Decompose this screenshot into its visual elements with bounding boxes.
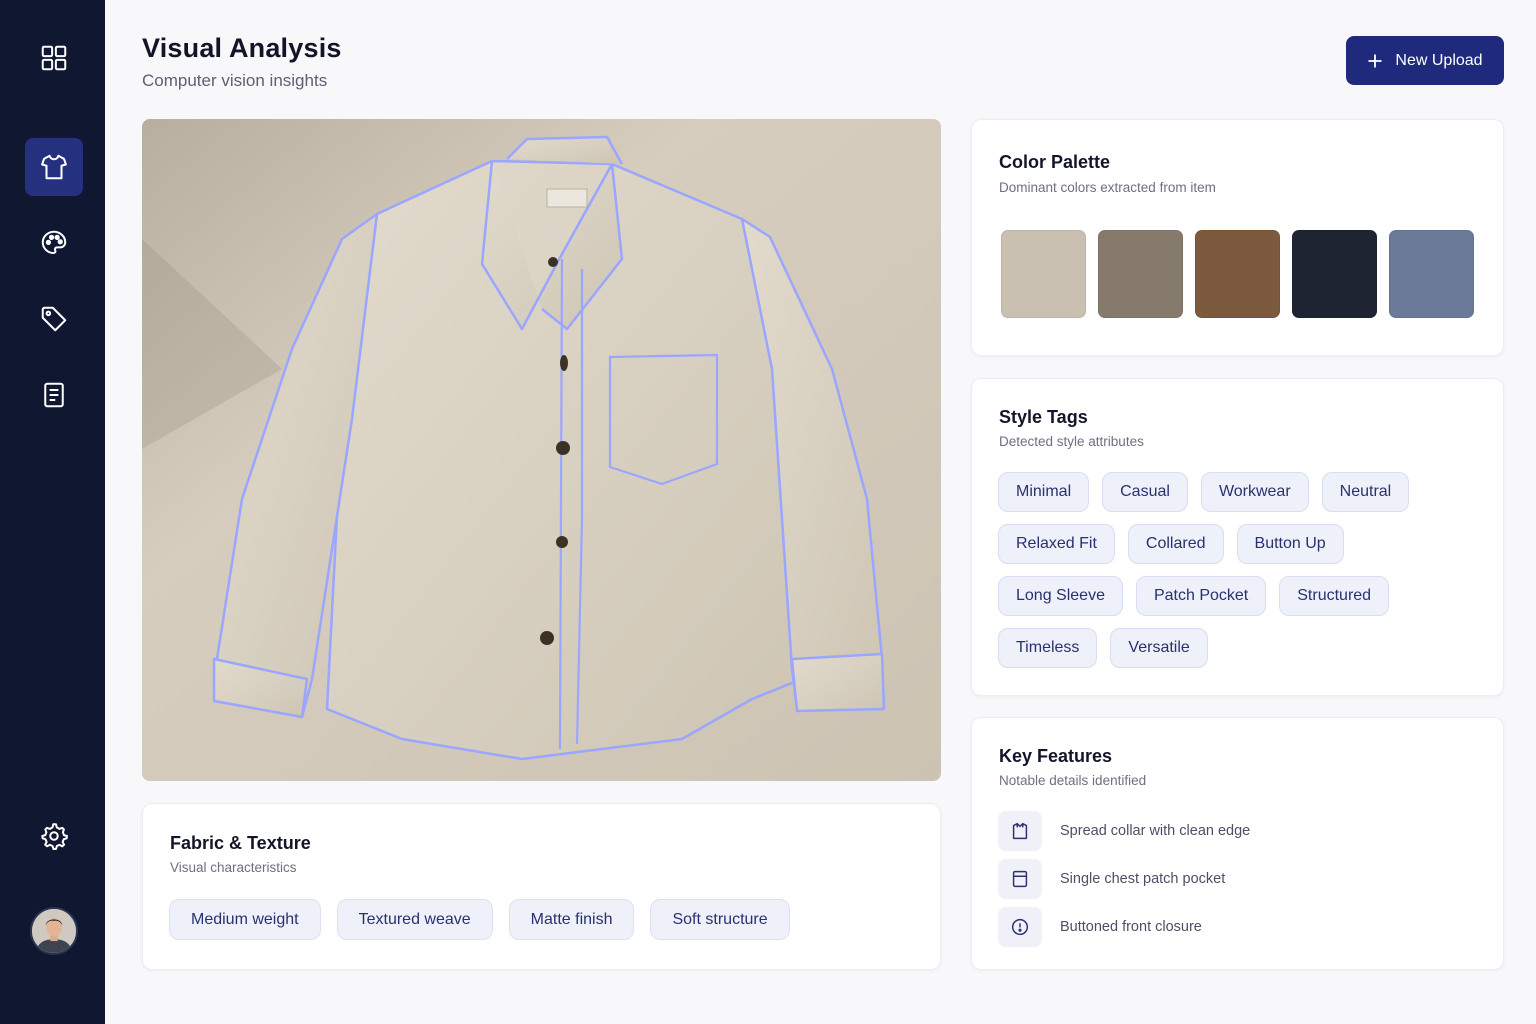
color-swatch[interactable]: [1001, 230, 1086, 318]
style-tag[interactable]: Relaxed Fit: [998, 524, 1115, 564]
features-title: Key Features: [999, 746, 1113, 766]
fabric-chips: Medium weight Textured weave Matte finis…: [169, 899, 790, 940]
nav-tags-button[interactable]: [25, 290, 83, 348]
style-tags-card: Style Tags Detected style attributes Min…: [971, 378, 1504, 696]
garment-photo: [142, 119, 941, 781]
plus-icon: [1368, 54, 1382, 67]
feature-item: Single chest patch pocket: [998, 857, 1250, 901]
color-swatch[interactable]: [1098, 230, 1183, 318]
feature-item: Spread collar with clean edge: [998, 809, 1250, 853]
features-subtitle: Notable details identified: [999, 773, 1147, 788]
style-tag[interactable]: Neutral: [1321, 472, 1410, 512]
feature-item: Buttoned front closure: [998, 905, 1250, 949]
gear-icon: [41, 823, 68, 851]
key-features-card: Key Features Notable details identified …: [971, 717, 1504, 970]
feature-list: Spread collar with clean edge Single che…: [998, 809, 1250, 953]
new-upload-button[interactable]: New Upload: [1346, 36, 1504, 85]
nav-garment-button[interactable]: [25, 138, 83, 196]
user-avatar-icon: [32, 909, 76, 953]
new-upload-label: New Upload: [1395, 51, 1483, 69]
feature-text: Single chest patch pocket: [1060, 871, 1226, 887]
grid-icon: [41, 45, 67, 71]
pocket-icon: [998, 859, 1042, 899]
fabric-chip[interactable]: Medium weight: [169, 899, 321, 940]
style-tag[interactable]: Long Sleeve: [998, 576, 1123, 616]
page-title: Visual Analysis: [142, 33, 342, 63]
palette-subtitle: Dominant colors extracted from item: [999, 180, 1216, 195]
fabric-chip[interactable]: Soft structure: [650, 899, 790, 940]
color-swatch[interactable]: [1195, 230, 1280, 318]
palette-icon: [41, 230, 67, 255]
button-icon: [998, 907, 1042, 947]
feature-text: Spread collar with clean edge: [1060, 823, 1251, 839]
style-tag[interactable]: Timeless: [998, 628, 1098, 668]
style-tag[interactable]: Patch Pocket: [1135, 576, 1267, 616]
style-tag[interactable]: Versatile: [1110, 628, 1208, 668]
fabric-subtitle: Visual characteristics: [170, 860, 297, 875]
color-swatch[interactable]: [1292, 230, 1377, 318]
color-swatches: [1001, 230, 1474, 318]
style-tag[interactable]: Workwear: [1200, 472, 1309, 512]
fabric-chip[interactable]: Matte finish: [508, 899, 635, 940]
shirt-icon: [41, 154, 67, 180]
nav-colors-button[interactable]: [25, 214, 83, 272]
avatar[interactable]: [30, 907, 78, 955]
nav-settings-button[interactable]: [25, 807, 83, 865]
color-palette-card: Color Palette Dominant colors extracted …: [971, 119, 1504, 356]
nav-reports-button[interactable]: [25, 366, 83, 424]
style-tags-list: Minimal Casual Workwear Neutral Relaxed …: [998, 472, 1478, 668]
feature-text: Buttoned front closure: [1060, 919, 1202, 935]
style-tag[interactable]: Casual: [1102, 472, 1188, 512]
fabric-title: Fabric & Texture: [170, 833, 311, 853]
color-swatch[interactable]: [1389, 230, 1474, 318]
style-tag[interactable]: Collared: [1127, 524, 1224, 564]
nav-dashboard-button[interactable]: [25, 29, 83, 87]
style-tag[interactable]: Button Up: [1236, 524, 1344, 564]
style-tag[interactable]: Structured: [1279, 576, 1390, 616]
analyzed-garment-image[interactable]: [142, 119, 941, 781]
fabric-chip[interactable]: Textured weave: [336, 899, 493, 940]
page-subtitle: Computer vision insights: [142, 71, 328, 90]
sidebar: [0, 0, 105, 1024]
fabric-texture-card: Fabric & Texture Visual characteristics …: [142, 803, 941, 970]
collar-icon: [998, 811, 1042, 851]
document-icon: [44, 382, 64, 408]
style-tags-title: Style Tags: [999, 407, 1088, 427]
style-tag[interactable]: Minimal: [998, 472, 1090, 512]
palette-title: Color Palette: [999, 152, 1111, 172]
tag-icon: [41, 306, 67, 332]
style-tags-subtitle: Detected style attributes: [999, 434, 1144, 449]
